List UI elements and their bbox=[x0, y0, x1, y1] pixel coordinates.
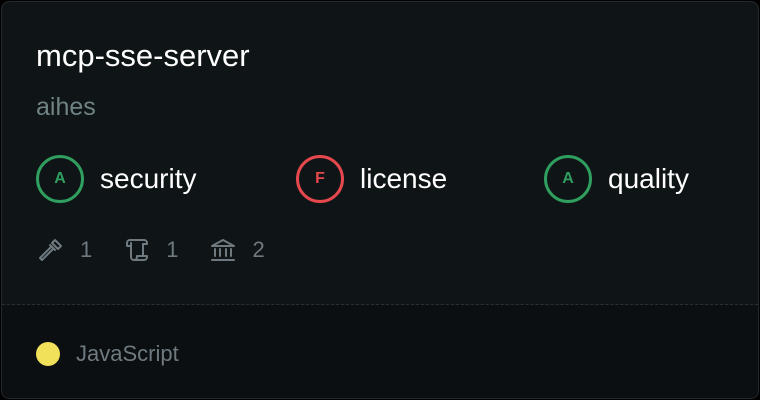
repo-card[interactable]: mcp-sse-server aihes A security F licens… bbox=[1, 1, 759, 399]
stat-prompts: 1 bbox=[122, 236, 179, 264]
stat-resources-count: 2 bbox=[252, 237, 265, 262]
stat-tools: 1 bbox=[36, 236, 92, 264]
quality-label: quality bbox=[608, 163, 689, 194]
license-label: license bbox=[360, 163, 448, 194]
language-name: JavaScript bbox=[76, 341, 179, 366]
license-grade-badge: F bbox=[296, 155, 344, 203]
hammer-icon bbox=[39, 239, 62, 261]
score-quality: A quality bbox=[544, 155, 689, 203]
language-indicator: JavaScript bbox=[36, 340, 179, 368]
stats-row: 1 1 2 bbox=[36, 234, 295, 266]
stat-resources: 2 bbox=[209, 236, 265, 264]
score-license: F license bbox=[296, 155, 447, 203]
security-label: security bbox=[100, 163, 197, 194]
score-row: A security F license A quality bbox=[2, 155, 758, 203]
security-grade-badge: A bbox=[36, 155, 84, 203]
quality-grade-badge: A bbox=[544, 155, 592, 203]
bank-icon bbox=[210, 239, 235, 261]
stat-prompts-count: 1 bbox=[166, 237, 179, 262]
language-color-dot bbox=[36, 342, 60, 366]
repo-title[interactable]: mcp-sse-server bbox=[36, 36, 250, 76]
card-footer: JavaScript bbox=[2, 305, 758, 398]
scroll-icon bbox=[126, 239, 149, 261]
score-security: A security bbox=[36, 155, 196, 203]
repo-owner[interactable]: aihes bbox=[36, 90, 96, 124]
stat-tools-count: 1 bbox=[80, 237, 93, 262]
